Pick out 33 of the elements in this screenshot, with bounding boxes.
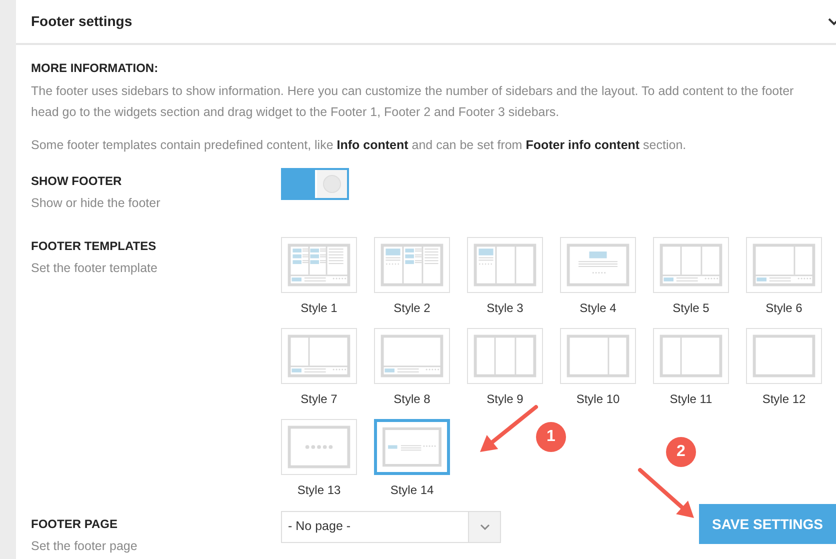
setting-hint: Show or hide the footer [31,195,162,212]
page-select[interactable]: - No page - [281,510,501,543]
setting-label: SHOW FOOTER [31,173,123,190]
annotation-arrow [480,405,538,452]
template-name: Style 9 [486,390,524,408]
template-name: Style 12 [762,390,806,408]
template-name: Style 14 [390,482,434,499]
template-name: Style 6 [766,300,802,317]
toggle-switch[interactable] [281,168,349,200]
template-name: Style 7 [300,390,338,408]
info-paragraph: The footer uses sidebars to show information. Here you can customize the number of sidebars and the layout. To add content to the footer head go to the widgets section and drag widget to the Footer 1, Footer 2 and Footer 3 sidebars. [31,83,795,121]
template-name: Style 2 [394,300,430,317]
setting-label: FOOTER PAGE [31,516,118,533]
template-name: Style 4 [580,300,616,317]
template-name: Style 11 [670,390,712,408]
template-name: Style 3 [486,300,524,317]
setting-label: FOOTER TEMPLATES [31,238,158,255]
annotation-arrow [638,468,694,518]
panel-header[interactable]: Footer settings [16,0,836,45]
template-name: Style 1 [300,300,338,317]
setting-hint: Set the footer page [31,538,138,555]
section-heading: MORE INFORMATION: [31,60,160,77]
template-name: Style 5 [672,300,710,317]
panel-title: Footer settings [31,12,132,31]
annotation-number: 1 [536,422,566,452]
template-name: Style 10 [576,390,620,408]
setting-hint: Set the footer template [31,260,158,277]
template-name: Style 13 [297,482,341,499]
annotation-number: 2 [666,437,696,467]
info-paragraph: Some footer templates contain predefined content, like Info content and can be set from Footer info content section. [31,137,688,154]
template-thumbnail[interactable] [374,418,450,475]
template-name: Style 8 [394,390,430,408]
caret-icon [480,524,490,530]
